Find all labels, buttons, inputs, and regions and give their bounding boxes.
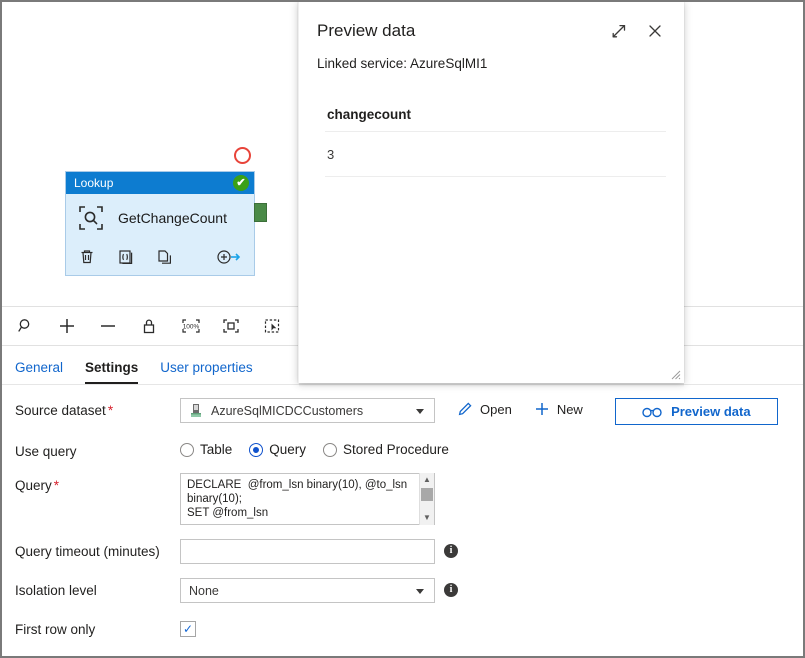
use-query-row: Use query Table Query Stored Procedure bbox=[2, 439, 803, 459]
query-required-asterisk: * bbox=[53, 478, 60, 493]
binoculars-icon bbox=[642, 405, 662, 418]
radio-stored-procedure[interactable]: Stored Procedure bbox=[323, 442, 449, 457]
radio-table-dot bbox=[180, 442, 194, 457]
query-timeout-row: Query timeout (minutes) i bbox=[2, 539, 803, 564]
query-label-text: Query bbox=[15, 478, 52, 493]
zoom-to-fit-icon[interactable] bbox=[221, 316, 243, 338]
activity-node-header: Lookup ✔ bbox=[66, 172, 254, 194]
activity-output-connector[interactable] bbox=[254, 203, 267, 222]
isolation-level-select[interactable]: None bbox=[180, 578, 435, 603]
isolation-level-value: None bbox=[189, 583, 219, 598]
source-dataset-label-text: Source dataset bbox=[15, 403, 106, 418]
tab-settings[interactable]: Settings bbox=[85, 360, 139, 384]
preview-panel-header: Preview data bbox=[299, 2, 684, 44]
use-query-label: Use query bbox=[15, 444, 77, 459]
duplicate-activity-icon[interactable] bbox=[156, 248, 176, 268]
radio-table-label: Table bbox=[200, 442, 233, 457]
code-view-icon[interactable] bbox=[117, 248, 137, 268]
scroll-thumb[interactable] bbox=[421, 488, 433, 501]
preview-data-table: changecount 3 bbox=[325, 107, 666, 177]
use-query-radio-group: Table Query Stored Procedure bbox=[180, 439, 466, 457]
open-dataset-button[interactable]: Open bbox=[457, 398, 512, 417]
query-label: Query * bbox=[15, 473, 180, 493]
query-row: Query * DECLARE @from_lsn binary(10), @to… bbox=[2, 473, 803, 525]
scroll-up-icon[interactable]: ▲ bbox=[420, 473, 434, 487]
first-row-only-label: First row only bbox=[15, 622, 96, 637]
activity-status-success-icon: ✔ bbox=[233, 175, 249, 191]
radio-query[interactable]: Query bbox=[249, 442, 306, 457]
source-dataset-value: AzureSqlMICDCCustomers bbox=[211, 403, 364, 418]
zoom-100-percent-icon[interactable]: 100% bbox=[180, 316, 202, 338]
query-timeout-label: Query timeout (minutes) bbox=[15, 544, 160, 559]
isolation-level-label: Isolation level bbox=[15, 583, 97, 598]
isolation-level-row: Isolation level None i bbox=[2, 578, 803, 603]
close-icon[interactable] bbox=[642, 18, 668, 44]
isolation-level-info-icon[interactable]: i bbox=[444, 583, 458, 597]
pencil-icon bbox=[457, 401, 473, 417]
linked-service-label: Linked service: AzureSqlMI1 bbox=[317, 56, 488, 71]
activity-type-label: Lookup bbox=[74, 176, 114, 190]
activity-node-lookup[interactable]: Lookup ✔ GetChangeCount bbox=[65, 171, 255, 276]
activity-node-body: GetChangeCount bbox=[66, 194, 254, 242]
table-column-header: changecount bbox=[325, 107, 666, 132]
zoom-search-icon[interactable] bbox=[16, 316, 38, 338]
new-dataset-button[interactable]: New bbox=[534, 398, 583, 417]
source-dataset-label: Source dataset * bbox=[15, 398, 180, 418]
query-timeout-input[interactable] bbox=[180, 539, 435, 564]
preview-data-label: Preview data bbox=[671, 404, 751, 419]
adf-pipeline-editor-screen: Lookup ✔ GetChangeCount 100% General Set… bbox=[0, 0, 805, 658]
svg-text:100%: 100% bbox=[183, 323, 200, 330]
source-dataset-row: Source dataset* AzureSqlMICDCCustomers bbox=[2, 398, 803, 425]
query-scrollbar[interactable]: ▲ ▼ bbox=[419, 473, 434, 525]
tab-general[interactable]: General bbox=[15, 360, 63, 384]
zoom-in-icon[interactable] bbox=[57, 316, 79, 338]
first-row-only-checkbox[interactable]: ✓ bbox=[180, 621, 196, 637]
source-dataset-select[interactable]: AzureSqlMICDCCustomers bbox=[180, 398, 435, 423]
delete-activity-icon[interactable] bbox=[78, 248, 98, 268]
preview-data-button[interactable]: Preview data bbox=[614, 398, 778, 425]
radio-stored-procedure-label: Stored Procedure bbox=[343, 442, 449, 457]
open-dataset-label: Open bbox=[480, 401, 512, 417]
radio-query-label: Query bbox=[269, 442, 307, 457]
activity-name-label: GetChangeCount bbox=[118, 210, 227, 226]
panel-bottom-shadow bbox=[299, 383, 684, 387]
query-timeout-info-icon[interactable]: i bbox=[444, 544, 458, 558]
settings-form: Source dataset* AzureSqlMICDCCustomers bbox=[2, 386, 803, 656]
add-output-connector-icon[interactable] bbox=[216, 248, 242, 268]
chevron-down-icon bbox=[416, 409, 424, 414]
activity-node-actions bbox=[66, 242, 254, 274]
isolation-chevron-down-icon bbox=[416, 589, 424, 594]
panel-resize-handle[interactable] bbox=[670, 369, 681, 380]
lookup-magnifier-icon bbox=[78, 205, 104, 231]
tab-user-properties[interactable]: User properties bbox=[160, 360, 252, 384]
preview-panel-title: Preview data bbox=[317, 21, 416, 40]
query-textarea[interactable]: DECLARE @from_lsn binary(10), @to_lsn bi… bbox=[180, 473, 435, 525]
plus-icon bbox=[534, 401, 550, 417]
preview-data-panel: Preview data Linked service: AzureSqlMI1… bbox=[298, 2, 684, 387]
required-asterisk: * bbox=[107, 403, 114, 418]
radio-table[interactable]: Table bbox=[180, 442, 232, 457]
auto-align-icon[interactable] bbox=[262, 316, 284, 338]
lock-canvas-icon[interactable] bbox=[139, 316, 161, 338]
expand-diagonal-icon[interactable] bbox=[606, 18, 632, 44]
table-row: 3 bbox=[325, 132, 666, 177]
breakpoint-marker-icon bbox=[234, 147, 251, 164]
dataset-icon bbox=[190, 403, 204, 418]
new-dataset-label: New bbox=[556, 401, 583, 417]
radio-stored-procedure-dot bbox=[323, 442, 338, 457]
scroll-down-icon[interactable]: ▼ bbox=[420, 511, 434, 525]
radio-query-dot bbox=[249, 442, 264, 457]
first-row-only-row: First row only ✓ bbox=[2, 617, 803, 637]
zoom-out-icon[interactable] bbox=[98, 316, 120, 338]
